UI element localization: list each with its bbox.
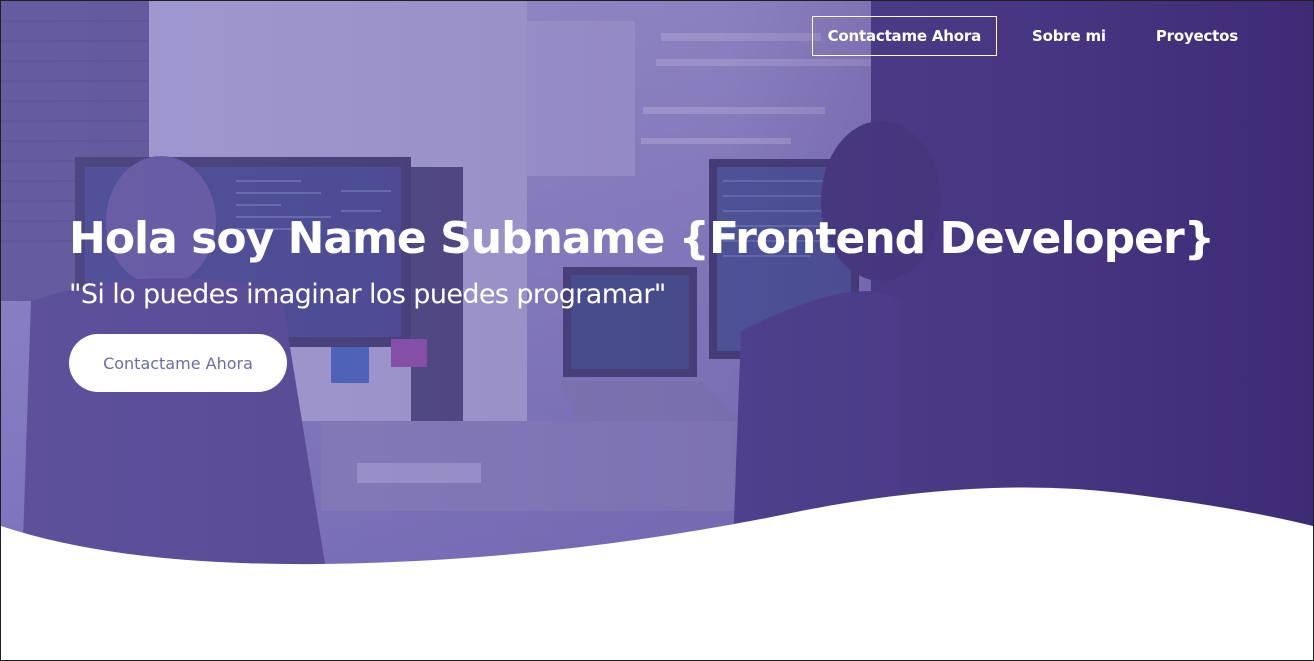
nav-about-link[interactable]: Sobre mi: [1017, 16, 1121, 56]
page-frame: Contactame Ahora Sobre mi Proyectos Hola…: [0, 0, 1314, 661]
hero-subtitle: "Si lo puedes imaginar los puedes progra…: [69, 279, 666, 310]
top-nav: Contactame Ahora Sobre mi Proyectos: [811, 16, 1253, 56]
nav-projects-link[interactable]: Proyectos: [1141, 16, 1253, 56]
hero-section: Contactame Ahora Sobre mi Proyectos Hola…: [1, 1, 1313, 601]
hero-text: Hola soy Name Subname {Frontend Develope…: [69, 209, 1215, 313]
nav-contact-button[interactable]: Contactame Ahora: [811, 16, 998, 56]
contact-now-button[interactable]: Contactame Ahora: [69, 334, 287, 392]
hero-title: Hola soy Name Subname {Frontend Develope…: [69, 213, 1215, 264]
